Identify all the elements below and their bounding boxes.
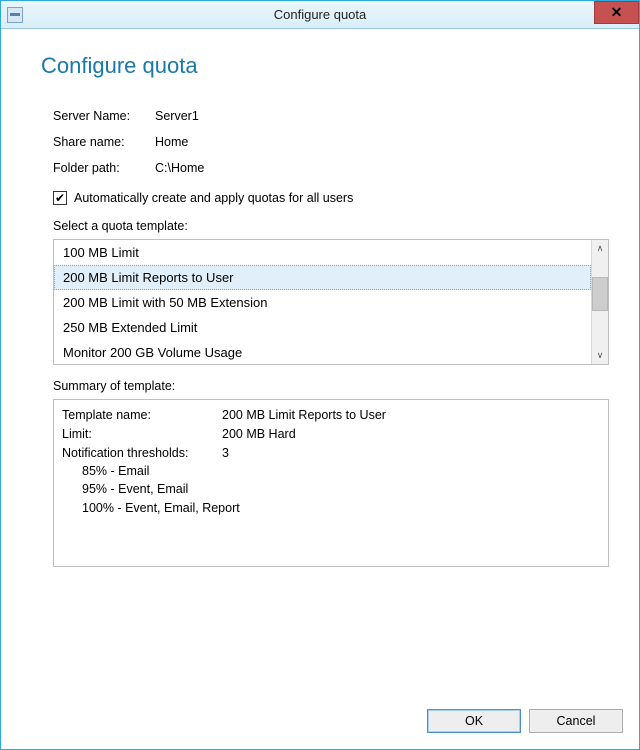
list-item[interactable]: 200 MB Limit Reports to User xyxy=(54,265,591,290)
info-row-server: Server Name: Server1 xyxy=(53,109,611,123)
dialog-window: Configure quota ✕ Configure quota Server… xyxy=(0,0,640,750)
summary-template-name-value: 200 MB Limit Reports to User xyxy=(222,406,386,425)
scroll-down-button[interactable]: ∨ xyxy=(592,347,608,364)
template-listbox-items: 100 MB Limit 200 MB Limit Reports to Use… xyxy=(54,240,591,364)
summary-label: Summary of template: xyxy=(53,379,611,393)
chevron-down-icon: ∨ xyxy=(597,350,604,361)
server-name-value: Server1 xyxy=(155,109,199,123)
summary-thresholds-label: Notification thresholds: xyxy=(62,444,222,463)
folder-path-value: C:\Home xyxy=(155,161,204,175)
cancel-button[interactable]: Cancel xyxy=(529,709,623,733)
chevron-up-icon: ∧ xyxy=(597,243,604,254)
window-title: Configure quota xyxy=(1,7,639,22)
listbox-scrollbar[interactable]: ∧ ∨ xyxy=(591,240,608,364)
threshold-line: 95% - Event, Email xyxy=(62,480,600,498)
list-item[interactable]: 100 MB Limit xyxy=(54,240,591,265)
list-item[interactable]: 200 MB Limit with 50 MB Extension xyxy=(54,290,591,315)
threshold-line: 85% - Email xyxy=(62,462,600,480)
share-name-label: Share name: xyxy=(53,135,155,149)
titlebar: Configure quota ✕ xyxy=(1,1,639,29)
summary-box: Template name: 200 MB Limit Reports to U… xyxy=(53,399,609,567)
dialog-button-bar: OK Cancel xyxy=(1,699,639,749)
summary-limit-value: 200 MB Hard xyxy=(222,425,296,444)
server-name-label: Server Name: xyxy=(53,109,155,123)
summary-template-name-label: Template name: xyxy=(62,406,222,425)
scrollbar-thumb[interactable] xyxy=(592,277,608,311)
folder-path-label: Folder path: xyxy=(53,161,155,175)
summary-row-thresholds: Notification thresholds: 3 xyxy=(62,444,600,463)
summary-row-template-name: Template name: 200 MB Limit Reports to U… xyxy=(62,406,600,425)
scroll-up-button[interactable]: ∧ xyxy=(592,240,608,257)
info-row-share: Share name: Home xyxy=(53,135,611,149)
ok-button[interactable]: OK xyxy=(427,709,521,733)
info-section: Server Name: Server1 Share name: Home Fo… xyxy=(53,109,611,175)
auto-quota-checkbox-label: Automatically create and apply quotas fo… xyxy=(74,191,353,205)
page-title: Configure quota xyxy=(41,53,611,79)
scrollbar-track[interactable] xyxy=(592,257,608,347)
template-listbox[interactable]: 100 MB Limit 200 MB Limit Reports to Use… xyxy=(53,239,609,365)
summary-thresholds-count: 3 xyxy=(222,444,229,463)
list-item[interactable]: 250 MB Extended Limit xyxy=(54,315,591,340)
info-row-folder: Folder path: C:\Home xyxy=(53,161,611,175)
share-name-value: Home xyxy=(155,135,188,149)
threshold-line: 100% - Event, Email, Report xyxy=(62,499,600,517)
content-area: Configure quota Server Name: Server1 Sha… xyxy=(1,29,639,699)
summary-row-limit: Limit: 200 MB Hard xyxy=(62,425,600,444)
template-select-label: Select a quota template: xyxy=(53,219,611,233)
list-item[interactable]: Monitor 200 GB Volume Usage xyxy=(54,340,591,364)
auto-quota-checkbox-row: ✔ Automatically create and apply quotas … xyxy=(53,191,611,205)
auto-quota-checkbox[interactable]: ✔ xyxy=(53,191,67,205)
summary-limit-label: Limit: xyxy=(62,425,222,444)
